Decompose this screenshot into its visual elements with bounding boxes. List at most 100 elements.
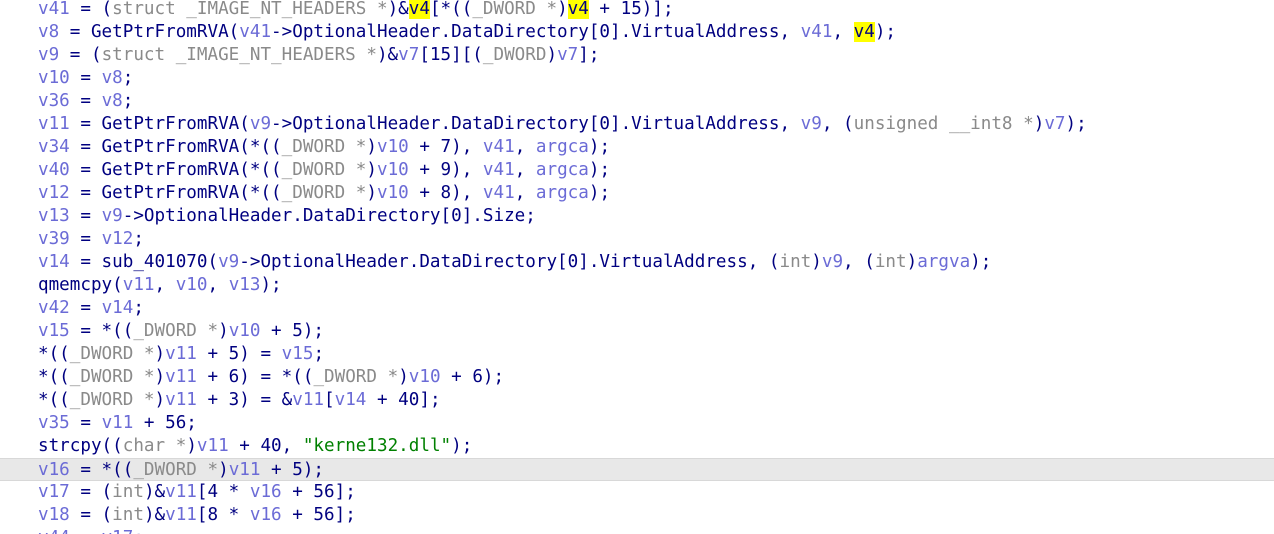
variable-token[interactable]: v9	[250, 114, 271, 134]
variable-token[interactable]: v17	[38, 482, 70, 502]
code-line[interactable]: v13 = v9->OptionalHeader.DataDirectory[0…	[0, 205, 1274, 228]
highlighted-token[interactable]: v4	[408, 0, 430, 19]
code-line[interactable]: v39 = v12;	[0, 228, 1274, 251]
variable-token[interactable]: v41	[239, 22, 271, 42]
variable-token[interactable]: v8	[102, 91, 123, 111]
code-line[interactable]: v41 = (struct _IMAGE_NT_HEADERS *)&v4[*(…	[0, 0, 1274, 21]
variable-token[interactable]: v9	[218, 252, 239, 272]
variable-token[interactable]: v41	[483, 137, 515, 157]
code-line[interactable]: v35 = v11 + 56;	[0, 412, 1274, 435]
variable-token[interactable]: v10	[38, 68, 70, 88]
variable-token[interactable]: v41	[801, 22, 833, 42]
variable-token[interactable]: v11	[165, 367, 197, 387]
variable-token[interactable]: v15	[38, 321, 70, 341]
variable-token[interactable]: v41	[483, 183, 515, 203]
variable-token[interactable]: v11	[197, 436, 229, 456]
variable-token[interactable]: v17	[102, 528, 134, 534]
code-line[interactable]: *((_DWORD *)v11 + 3) = &v11[v14 + 40];	[0, 389, 1274, 412]
code-token: )	[557, 0, 568, 19]
variable-token[interactable]: argca	[536, 160, 589, 180]
variable-token[interactable]: v7	[398, 45, 419, 65]
code-token: + 15)];	[588, 0, 674, 19]
highlighted-token[interactable]: v4	[853, 22, 875, 42]
variable-token[interactable]: v9	[102, 206, 123, 226]
code-line-text: v42 = v14;	[38, 297, 144, 320]
variable-token[interactable]: v10	[176, 275, 208, 295]
variable-token[interactable]: v9	[822, 252, 843, 272]
variable-token[interactable]: v34	[38, 137, 70, 157]
variable-token[interactable]: v13	[229, 275, 261, 295]
code-line[interactable]: *((_DWORD *)v11 + 6) = *((_DWORD *)v10 +…	[0, 366, 1274, 389]
code-token: =	[69, 91, 102, 111]
variable-token[interactable]: v11	[165, 505, 197, 525]
variable-token[interactable]: v11	[292, 390, 324, 410]
code-line[interactable]: v44 = v17;	[0, 527, 1274, 534]
variable-token[interactable]: v10	[229, 321, 261, 341]
highlighted-token[interactable]: v4	[567, 0, 589, 19]
variable-token[interactable]: v10	[377, 160, 409, 180]
variable-token[interactable]: v10	[377, 183, 409, 203]
code-line[interactable]: v14 = sub_401070(v9->OptionalHeader.Data…	[0, 251, 1274, 274]
type-token: _DWORD *	[281, 183, 367, 203]
code-line[interactable]: v10 = v8;	[0, 67, 1274, 90]
variable-token[interactable]: v11	[165, 344, 197, 364]
variable-token[interactable]: v8	[102, 68, 123, 88]
code-token: )	[906, 252, 918, 272]
code-line[interactable]: v36 = v8;	[0, 90, 1274, 113]
variable-token[interactable]: v41	[38, 0, 70, 19]
variable-token[interactable]: v10	[377, 137, 409, 157]
variable-token[interactable]: v9	[38, 45, 59, 65]
pseudocode-view[interactable]: v41 = (struct _IMAGE_NT_HEADERS *)&v4[*(…	[0, 0, 1274, 534]
variable-token[interactable]: v18	[38, 505, 70, 525]
code-line[interactable]: v42 = v14;	[0, 297, 1274, 320]
variable-token[interactable]: v11	[229, 460, 261, 480]
variable-token[interactable]: v39	[38, 229, 70, 249]
code-line-text: *((_DWORD *)v11 + 5) = v15;	[38, 343, 324, 366]
variable-token[interactable]: v7	[557, 45, 578, 65]
variable-token[interactable]: v41	[483, 160, 515, 180]
code-line[interactable]: v34 = GetPtrFromRVA(*((_DWORD *)v10 + 7)…	[0, 136, 1274, 159]
code-line[interactable]: v11 = GetPtrFromRVA(v9->OptionalHeader.D…	[0, 113, 1274, 136]
variable-token[interactable]: v11	[123, 275, 155, 295]
variable-token[interactable]: v14	[335, 390, 367, 410]
variable-token[interactable]: v11	[165, 482, 197, 502]
variable-token[interactable]: v16	[38, 460, 70, 480]
variable-token[interactable]: v15	[282, 344, 314, 364]
code-line[interactable]: v12 = GetPtrFromRVA(*((_DWORD *)v10 + 8)…	[0, 182, 1274, 205]
code-line[interactable]: v8 = GetPtrFromRVA(v41->OptionalHeader.D…	[0, 21, 1274, 44]
code-token: *((	[38, 344, 70, 364]
variable-token[interactable]: v14	[102, 298, 134, 318]
variable-token[interactable]: v42	[38, 298, 70, 318]
current-code-line[interactable]: v16 = *((_DWORD *)v11 + 5);	[0, 458, 1274, 481]
variable-token[interactable]: v16	[250, 482, 282, 502]
variable-token[interactable]: argva	[917, 252, 970, 272]
variable-token[interactable]: v35	[38, 413, 70, 433]
variable-token[interactable]: argca	[536, 183, 589, 203]
code-token: + 56];	[281, 482, 356, 502]
code-line[interactable]: v18 = (int)&v11[8 * v16 + 56];	[0, 504, 1274, 527]
variable-token[interactable]: v10	[409, 367, 441, 387]
code-line[interactable]: v40 = GetPtrFromRVA(*((_DWORD *)v10 + 9)…	[0, 159, 1274, 182]
code-token: ;	[122, 68, 134, 88]
variable-token[interactable]: v8	[38, 22, 59, 42]
variable-token[interactable]: v12	[102, 229, 134, 249]
code-line[interactable]: qmemcpy(v11, v10, v13);	[0, 274, 1274, 297]
code-line[interactable]: v9 = (struct _IMAGE_NT_HEADERS *)&v7[15]…	[0, 44, 1274, 67]
code-line[interactable]: v15 = *((_DWORD *)v10 + 5);	[0, 320, 1274, 343]
variable-token[interactable]: v11	[102, 413, 134, 433]
variable-token[interactable]: v7	[1044, 114, 1065, 134]
variable-token[interactable]: argca	[536, 137, 589, 157]
variable-token[interactable]: v44	[38, 528, 70, 534]
variable-token[interactable]: v40	[38, 160, 70, 180]
code-line[interactable]: *((_DWORD *)v11 + 5) = v15;	[0, 343, 1274, 366]
variable-token[interactable]: v12	[38, 183, 70, 203]
variable-token[interactable]: v14	[38, 252, 70, 272]
variable-token[interactable]: v11	[165, 390, 197, 410]
code-line[interactable]: strcpy((char *)v11 + 40, "kerne132.dll")…	[0, 435, 1274, 458]
variable-token[interactable]: v36	[38, 91, 70, 111]
variable-token[interactable]: v11	[38, 114, 70, 134]
code-line[interactable]: v17 = (int)&v11[4 * v16 + 56];	[0, 481, 1274, 504]
variable-token[interactable]: v9	[801, 114, 822, 134]
variable-token[interactable]: v13	[38, 206, 70, 226]
variable-token[interactable]: v16	[250, 505, 282, 525]
